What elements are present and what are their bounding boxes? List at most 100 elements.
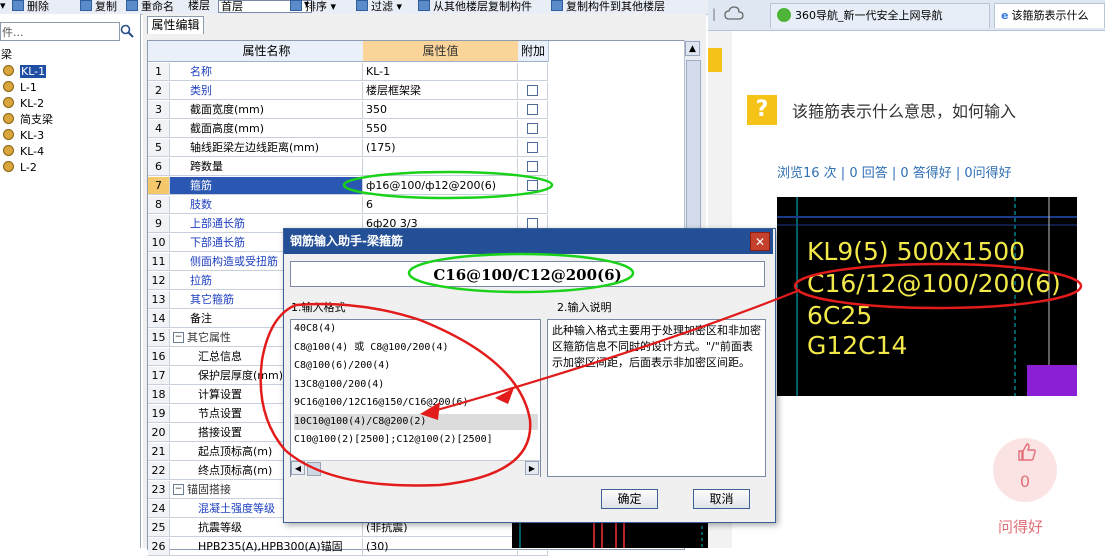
property-name: 箍筋: [170, 177, 363, 195]
scroll-up-icon[interactable]: ▲: [685, 41, 700, 56]
property-row[interactable]: 7 箍筋 ф16@100/ф12@200(6): [148, 177, 548, 196]
additional-checkbox[interactable]: [527, 142, 538, 153]
tab-property-edit[interactable]: 属性编辑: [147, 16, 204, 34]
format-list-item[interactable]: 9C16@100/12C16@150/C16@200(6): [294, 395, 538, 411]
copy-to-floor-icon: [551, 0, 563, 11]
property-name-text: 备注: [190, 312, 212, 325]
tree-item-kl-1[interactable]: KL-1: [3, 65, 47, 79]
format-list-hscrollbar[interactable]: [291, 460, 540, 477]
format-list-item[interactable]: C8@100(4) 或 C8@100/200(4): [294, 340, 538, 356]
hscroll-thumb[interactable]: [307, 462, 321, 476]
format-list-item[interactable]: 10C10@100(4)/C8@200(2): [294, 413, 538, 430]
side-tag[interactable]: [708, 48, 722, 72]
tree-item-label: KL-3: [20, 129, 45, 142]
format-list-item[interactable]: C10@100(2)[2500];C12@100(2)[2500]: [294, 432, 538, 448]
tree-item-label: KL-4: [20, 145, 45, 158]
e-browser-icon: e: [1001, 9, 1009, 22]
additional-cell: [518, 177, 548, 195]
additional-checkbox[interactable]: [527, 123, 538, 134]
property-value[interactable]: ф16@100/ф12@200(6): [363, 177, 518, 195]
property-name-text: 搭接设置: [198, 426, 242, 439]
ok-button[interactable]: 确定: [601, 489, 658, 509]
scroll-right-icon[interactable]: ▶: [525, 461, 539, 475]
scroll-left-icon[interactable]: ◀: [291, 461, 305, 475]
rename-label: 重命名: [141, 0, 174, 13]
property-row[interactable]: 6 跨数量: [148, 158, 548, 177]
property-value[interactable]: 350: [363, 101, 518, 119]
delete-label: 删除: [27, 0, 49, 13]
additional-cell: [518, 63, 548, 81]
browser-tab-360[interactable]: 360导航_新一代安全上网导航: [770, 3, 990, 28]
format-list-item[interactable]: 40C8(4): [294, 321, 538, 337]
collapse-icon[interactable]: −: [173, 484, 184, 495]
app-toolbar: ▾ 删除 复制 重命名 楼层 首层 排序 ▾ 过滤 ▾ 从其他楼层复制构件 复制…: [0, 0, 708, 15]
property-row[interactable]: 2 类别 楼层框架梁: [148, 82, 548, 101]
property-name-text: 轴线距梁左边线距离(mm): [190, 141, 320, 154]
property-name-text: 类别: [190, 84, 212, 97]
question-image[interactable]: KL9(5) 500X1500 C16/12@100/200(6) 6C25 G…: [777, 197, 1077, 396]
component-icon: [3, 113, 14, 124]
additional-checkbox[interactable]: [527, 161, 538, 172]
property-value[interactable]: [363, 158, 518, 176]
rename-button[interactable]: 重命名: [126, 0, 174, 14]
property-value[interactable]: 楼层框架梁: [363, 82, 518, 100]
tree-item-kl-4[interactable]: KL-4: [3, 145, 44, 159]
property-name-text: 终点顶标高(m): [198, 464, 273, 477]
stirrup-input-field[interactable]: C16@100/C12@200(6): [290, 261, 765, 287]
property-value[interactable]: 6: [363, 196, 518, 214]
tree-root-beam[interactable]: 梁: [1, 48, 12, 62]
sort-button[interactable]: 排序 ▾: [290, 0, 336, 14]
tree-item-l-2[interactable]: L-2: [3, 161, 37, 175]
component-icon: [3, 161, 14, 172]
property-value[interactable]: 550: [363, 120, 518, 138]
property-name-text: 混凝土强度等级: [198, 502, 275, 515]
property-name-text: 截面宽度(mm): [190, 103, 265, 116]
cad-line-3: 6C25: [807, 301, 873, 330]
copy-to-floor-button[interactable]: 复制构件到其他楼层: [551, 0, 665, 14]
additional-checkbox[interactable]: [527, 85, 538, 96]
cad-line-4: G12C14: [807, 331, 908, 360]
property-row[interactable]: 3 截面宽度(mm) 350: [148, 101, 548, 120]
tree-item-kl-3[interactable]: KL-3: [3, 129, 44, 143]
format-list-item[interactable]: 13C8@100/200(4): [294, 377, 538, 393]
property-name: 截面宽度(mm): [170, 101, 363, 119]
360-logo-icon: [777, 8, 791, 22]
property-value[interactable]: KL-1: [363, 63, 518, 81]
format-list-item[interactable]: C8@100(6)/200(4): [294, 358, 538, 374]
search-icon[interactable]: [118, 24, 136, 41]
collapse-icon[interactable]: −: [173, 332, 184, 343]
additional-checkbox[interactable]: [527, 104, 538, 115]
copy-from-floor-button[interactable]: 从其他楼层复制构件: [418, 0, 532, 14]
tree-item-simple-beam[interactable]: 简支梁: [3, 113, 53, 127]
toolbar-dropdown[interactable]: ▾: [0, 0, 6, 14]
browser-tab-question[interactable]: e 该箍筋表示什么: [994, 3, 1105, 28]
cancel-button[interactable]: 取消: [693, 489, 750, 509]
row-number: 7: [148, 177, 170, 195]
tree-item-label: L-2: [20, 161, 37, 174]
copy-button[interactable]: 复制: [80, 0, 117, 14]
row-number: 18: [148, 386, 170, 404]
row-number: 15: [148, 329, 170, 347]
row-number: 8: [148, 196, 170, 214]
property-value[interactable]: (30): [363, 538, 518, 556]
property-row[interactable]: 5 轴线距梁左边线距离(mm) (175): [148, 139, 548, 158]
filter-button[interactable]: 过滤 ▾: [356, 0, 402, 14]
property-name-text: 下部通长筋: [190, 236, 245, 249]
description-box: 此种输入格式主要用于处理加密区和非加密区箍筋信息不同时的设计方式。"/"前面表示…: [547, 319, 766, 477]
property-row[interactable]: 8 肢数 6: [148, 196, 548, 215]
tree-search-input[interactable]: 件...: [0, 22, 120, 41]
tree-item-l-1[interactable]: L-1: [3, 81, 37, 95]
property-row[interactable]: 4 截面高度(mm) 550: [148, 120, 548, 139]
property-row[interactable]: 1 名称 KL-1: [148, 63, 548, 82]
ask-good-label[interactable]: 问得好: [998, 516, 1043, 537]
row-number: 14: [148, 310, 170, 328]
additional-checkbox[interactable]: [527, 180, 538, 191]
tree-item-kl-2[interactable]: KL-2: [3, 97, 44, 111]
component-icon: [3, 129, 14, 140]
cloud-icon[interactable]: [724, 5, 744, 26]
delete-button[interactable]: 删除: [12, 0, 49, 14]
property-name-text: 抗震等级: [198, 521, 242, 534]
additional-cell: [518, 139, 548, 157]
close-icon[interactable]: ✕: [750, 232, 770, 251]
property-value[interactable]: (175): [363, 139, 518, 157]
